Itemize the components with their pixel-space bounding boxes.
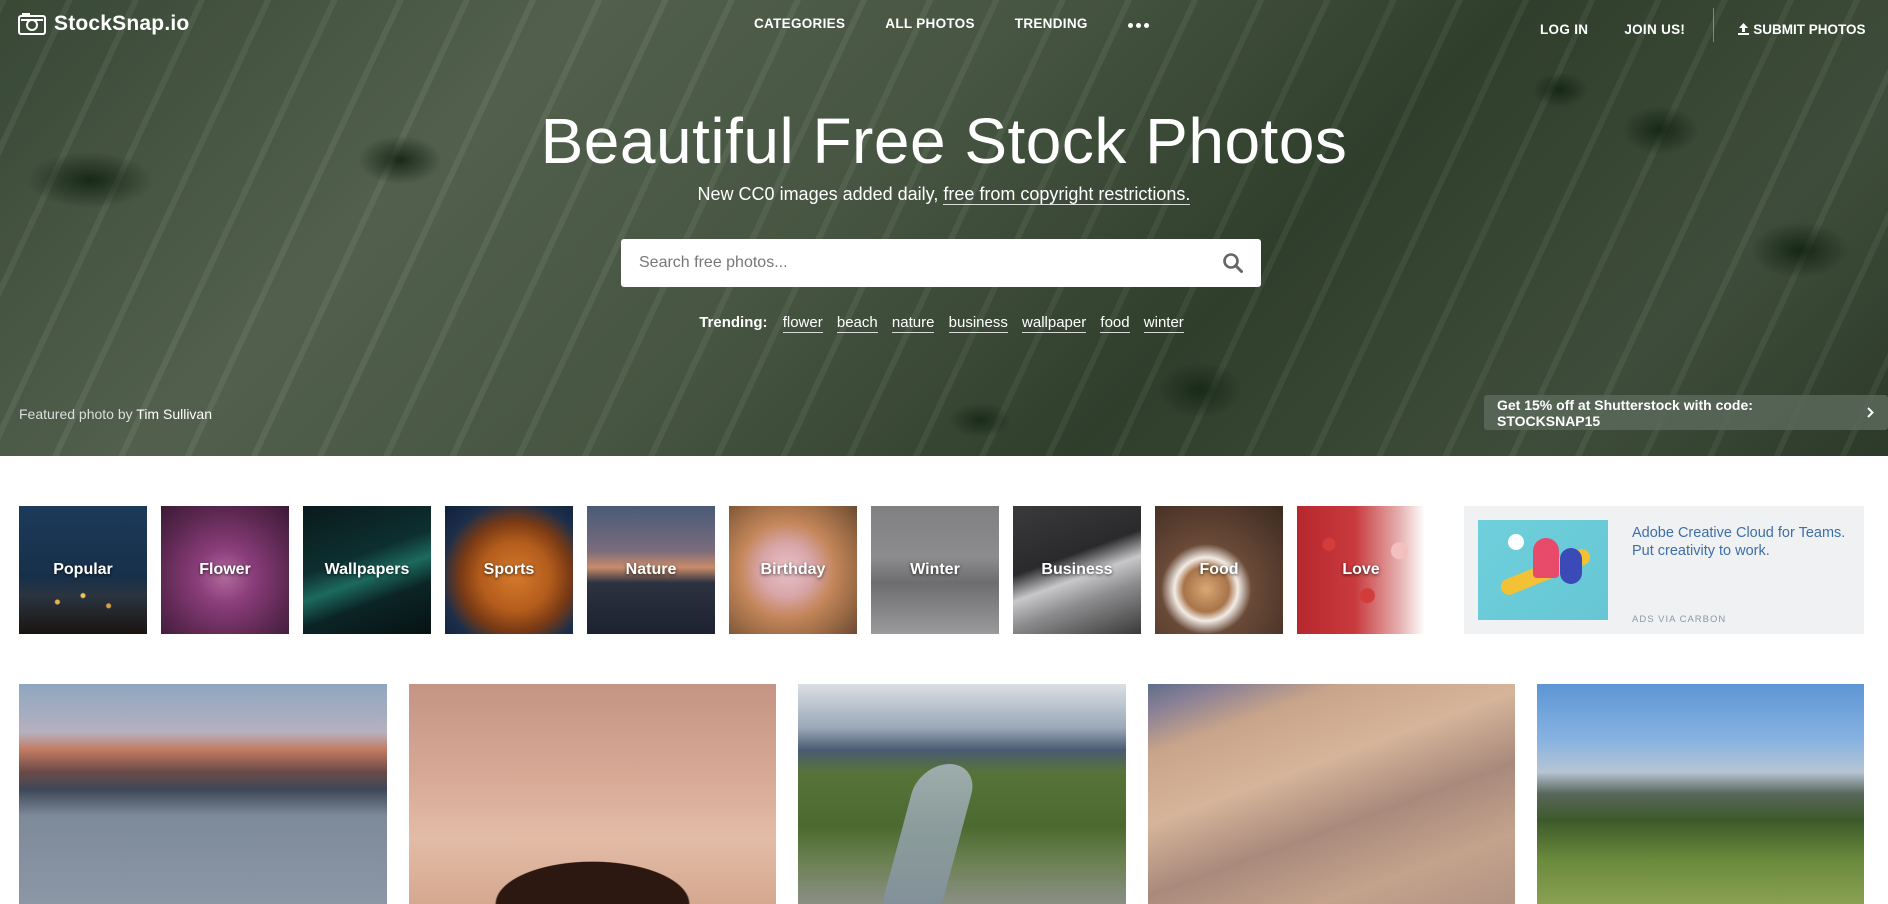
hero-subtitle: New CC0 images added daily, free from co… bbox=[0, 184, 1888, 205]
photo-thumbnail[interactable] bbox=[1148, 684, 1515, 904]
category-label: Food bbox=[1199, 561, 1239, 578]
photo-thumbnail[interactable] bbox=[19, 684, 387, 904]
ad-via-carbon[interactable]: ADS VIA CARBON bbox=[1632, 614, 1726, 625]
submit-photos-label: SUBMIT PHOTOS bbox=[1753, 21, 1866, 37]
main-nav: CATEGORIES ALL PHOTOS TRENDING bbox=[754, 16, 1149, 34]
category-label: Flower bbox=[199, 561, 251, 578]
account-nav: LOG IN JOIN US! SUBMIT PHOTOS bbox=[1540, 8, 1866, 42]
hero-banner: StockSnap.io CATEGORIES ALL PHOTOS TREND… bbox=[0, 0, 1888, 456]
upload-icon bbox=[1738, 23, 1750, 35]
trending-tags: Trending: flower beach nature business w… bbox=[0, 314, 1888, 333]
ad-text: Adobe Creative Cloud for Teams. Put crea… bbox=[1632, 524, 1852, 634]
category-popular[interactable]: Popular bbox=[19, 506, 147, 634]
chevron-right-icon bbox=[1867, 407, 1874, 418]
photo-thumbnail[interactable] bbox=[1537, 684, 1864, 904]
category-label: Love bbox=[1342, 561, 1380, 578]
more-dots-icon[interactable] bbox=[1127, 16, 1149, 34]
category-birthday[interactable]: Birthday bbox=[729, 506, 857, 634]
trending-tag-beach[interactable]: beach bbox=[836, 314, 878, 333]
shutterstock-promo-button[interactable]: Get 15% off at Shutterstock with code: S… bbox=[1484, 395, 1888, 430]
category-nature[interactable]: Nature bbox=[587, 506, 715, 634]
featured-credit: Featured photo by Tim Sullivan bbox=[19, 406, 212, 422]
camera-icon bbox=[18, 13, 46, 35]
logo[interactable]: StockSnap.io bbox=[18, 12, 189, 36]
search-button[interactable] bbox=[1213, 240, 1253, 286]
nav-divider bbox=[1713, 8, 1715, 42]
category-business[interactable]: Business bbox=[1013, 506, 1141, 634]
trending-tag-business[interactable]: business bbox=[948, 314, 1008, 333]
category-label: Sports bbox=[483, 561, 535, 578]
category-label: Popular bbox=[53, 561, 113, 578]
search-input[interactable] bbox=[621, 240, 1213, 286]
photo-thumbnail[interactable] bbox=[798, 684, 1126, 904]
category-label: Birthday bbox=[760, 561, 826, 578]
featured-label: Featured photo by bbox=[19, 406, 133, 422]
photo-thumbnail[interactable] bbox=[409, 684, 776, 904]
search-icon bbox=[1223, 253, 1243, 273]
trending-tag-flower[interactable]: flower bbox=[782, 314, 823, 333]
category-wallpapers[interactable]: Wallpapers bbox=[303, 506, 431, 634]
category-food[interactable]: Food bbox=[1155, 506, 1283, 634]
nav-all-photos[interactable]: ALL PHOTOS bbox=[885, 16, 975, 34]
ad-image[interactable] bbox=[1478, 520, 1608, 620]
trending-tag-food[interactable]: food bbox=[1100, 314, 1130, 333]
logo-text: StockSnap.io bbox=[54, 12, 190, 35]
category-flower[interactable]: Flower bbox=[161, 506, 289, 634]
search-bar bbox=[621, 239, 1261, 287]
carbon-ad[interactable]: Adobe Creative Cloud for Teams. Put crea… bbox=[1464, 506, 1864, 634]
trending-tag-nature[interactable]: nature bbox=[891, 314, 935, 333]
trending-tag-wallpaper[interactable]: wallpaper bbox=[1022, 314, 1087, 333]
nav-trending[interactable]: TRENDING bbox=[1015, 16, 1088, 34]
category-label: Business bbox=[1041, 561, 1113, 578]
trending-tag-winter[interactable]: winter bbox=[1143, 314, 1184, 333]
promo-label: Get 15% off at Shutterstock with code: S… bbox=[1497, 396, 1753, 429]
featured-author-link[interactable]: Tim Sullivan bbox=[136, 406, 212, 422]
category-label: Wallpapers bbox=[324, 561, 410, 578]
submit-photos-button[interactable]: SUBMIT PHOTOS bbox=[1738, 21, 1866, 37]
copyright-link[interactable]: free from copyright restrictions. bbox=[943, 184, 1191, 205]
category-tiles: Popular Flower Wallpapers Sports Nature … bbox=[19, 506, 1425, 634]
category-winter[interactable]: Winter bbox=[871, 506, 999, 634]
category-sports[interactable]: Sports bbox=[445, 506, 573, 634]
trending-label: Trending: bbox=[699, 314, 768, 331]
ad-title[interactable]: Adobe Creative Cloud for Teams. Put crea… bbox=[1632, 524, 1852, 560]
category-love[interactable]: Love bbox=[1297, 506, 1425, 634]
category-label: Nature bbox=[625, 561, 677, 578]
category-label: Winter bbox=[910, 561, 960, 578]
subtitle-text: New CC0 images added daily, bbox=[697, 184, 939, 204]
nav-categories[interactable]: CATEGORIES bbox=[754, 16, 845, 34]
join-link[interactable]: JOIN US! bbox=[1624, 22, 1685, 37]
login-link[interactable]: LOG IN bbox=[1540, 22, 1588, 37]
page-title: Beautiful Free Stock Photos bbox=[540, 105, 1348, 177]
